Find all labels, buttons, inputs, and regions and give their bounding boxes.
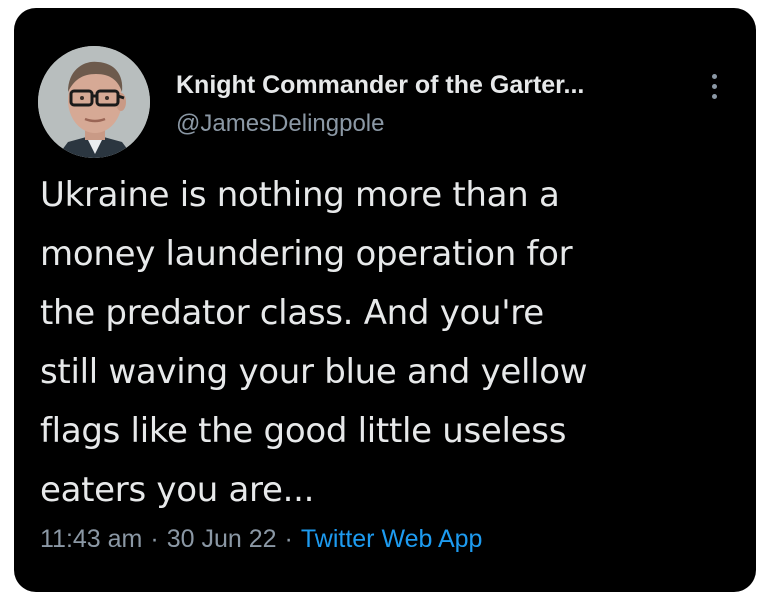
more-vertical-icon — [712, 74, 717, 79]
author-handle[interactable]: @JamesDelingpole — [176, 109, 384, 139]
tweet-date[interactable]: 30 Jun 22 — [167, 525, 277, 553]
more-vertical-icon-dot — [712, 84, 717, 89]
tweet-source-link[interactable]: Twitter Web App — [301, 525, 483, 553]
avatar-image — [38, 46, 150, 158]
tweet-text: Ukraine is nothing more than a money lau… — [40, 175, 588, 510]
author-display-name[interactable]: Knight Commander of the Garter... — [176, 70, 584, 100]
tweet-time[interactable]: 11:43 am — [40, 525, 142, 553]
tweet-card: Knight Commander of the Garter... @James… — [14, 8, 756, 592]
metadata-separator: · — [150, 525, 159, 553]
metadata-separator: · — [284, 525, 293, 553]
more-vertical-icon-dot — [712, 94, 717, 99]
tweet-metadata: 11:43 am · 30 Jun 22 · Twitter Web App — [40, 523, 482, 555]
more-options-button[interactable] — [702, 66, 726, 106]
avatar[interactable] — [38, 46, 150, 158]
